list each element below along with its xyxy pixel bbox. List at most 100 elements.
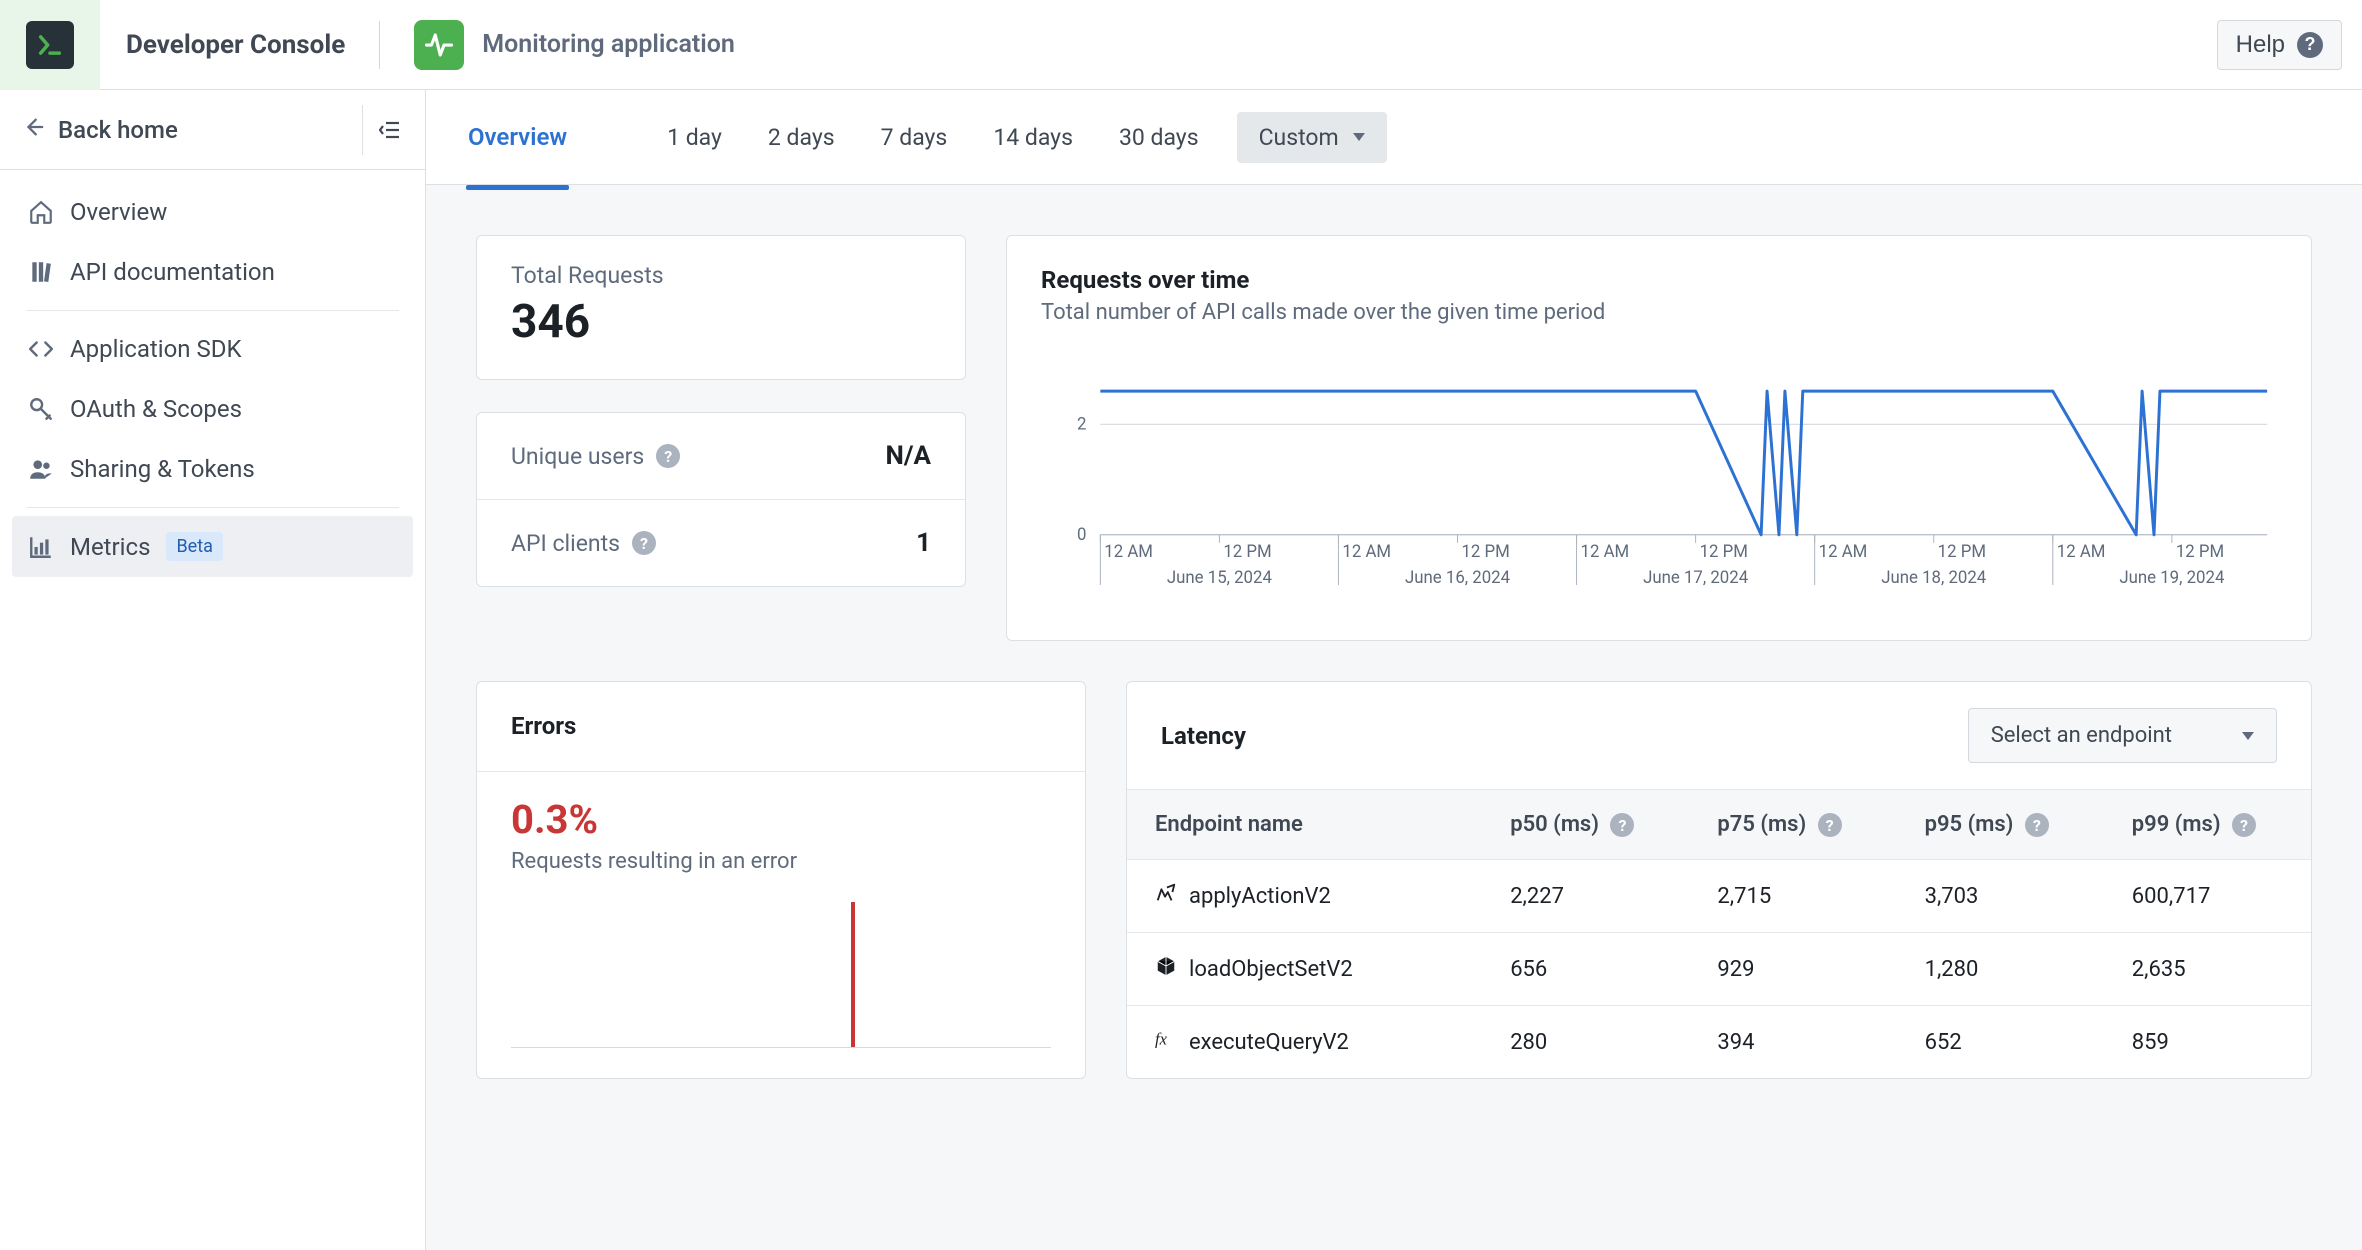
svg-text:fx: fx [1155,1030,1168,1049]
chart-subtitle: Total number of API calls made over the … [1041,300,2277,325]
col-p75: p75 (ms) ? [1689,790,1896,860]
p99: 859 [2104,1006,2311,1079]
p75: 2,715 [1689,860,1896,933]
p95: 3,703 [1897,860,2104,933]
table-row[interactable]: fxexecuteQueryV2280394652859 [1127,1006,2311,1079]
endpoint-cell: applyActionV2 [1155,882,1454,910]
sidebar-item-metrics[interactable]: Metrics Beta [12,516,413,577]
endpoint-icon [1155,882,1177,910]
console-title: Developer Console [100,30,345,60]
p75: 929 [1689,933,1896,1006]
p75: 394 [1689,1006,1896,1079]
chart-title: Requests over time [1041,266,2277,294]
info-icon[interactable]: ? [1818,813,1842,837]
nav-separator [26,310,399,311]
beta-badge: Beta [166,532,222,561]
info-icon[interactable]: ? [656,444,680,468]
app-name: Monitoring application [482,30,735,59]
col-p99: p99 (ms) ? [2104,790,2311,860]
sidebar-item-label: Sharing & Tokens [70,455,255,483]
errors-card: Errors 0.3% Requests resulting in an err… [476,681,1086,1079]
endpoint-cell: loadObjectSetV2 [1155,955,1454,983]
svg-text:12 PM: 12 PM [1700,542,1748,562]
svg-text:12 AM: 12 AM [1581,542,1630,562]
sidebar-nav: Overview API documentation Application S… [0,170,425,589]
info-icon[interactable]: ? [1610,813,1634,837]
errors-value: 0.3% [511,796,1051,843]
unique-users-label: Unique users ? [511,443,680,470]
sidebar-item-api-docs[interactable]: API documentation [12,242,413,302]
total-requests-value: 346 [511,295,931,349]
tab-overview[interactable]: Overview [466,113,569,161]
errors-chart [511,894,1051,1048]
latency-title: Latency [1161,722,1246,750]
endpoint-name: loadObjectSetV2 [1189,957,1353,982]
sidebar-item-oauth[interactable]: OAuth & Scopes [12,379,413,439]
svg-text:12 AM: 12 AM [2057,542,2106,562]
p99: 2,635 [2104,933,2311,1006]
info-icon[interactable]: ? [632,531,656,555]
endpoint-icon: fx [1155,1028,1177,1056]
svg-text:June 16, 2024: June 16, 2024 [1405,568,1511,588]
collapse-sidebar-button[interactable] [362,105,403,155]
info-icon[interactable]: ? [2232,813,2256,837]
terminal-icon [36,31,64,59]
main: Overview 1 day 2 days 7 days 14 days 30 … [426,90,2362,1250]
code-icon [28,336,54,362]
sidebar-item-label: OAuth & Scopes [70,395,242,423]
help-button[interactable]: Help ? [2217,20,2342,70]
arrow-left-icon [22,116,44,144]
endpoint-cell: fx executeQueryV2 [1155,1028,1454,1056]
svg-text:0: 0 [1077,525,1086,545]
svg-text:June 17, 2024: June 17, 2024 [1643,568,1749,588]
sidebar-item-label: Metrics [70,533,150,561]
sidebar: Back home Overview API documentation [0,90,426,1250]
total-requests-card: Total Requests 346 [476,235,966,380]
p50: 2,227 [1482,860,1689,933]
book-icon [28,259,54,285]
app-badge [414,20,464,70]
p99: 600,717 [2104,860,2311,933]
svg-text:12 PM: 12 PM [1461,542,1509,562]
svg-text:June 19, 2024: June 19, 2024 [2119,568,2225,588]
key-icon [28,396,54,422]
range-7days[interactable]: 7 days [873,114,956,161]
sidebar-item-label: Application SDK [70,335,242,363]
sidebar-item-label: API documentation [70,258,275,286]
back-home-button[interactable]: Back home [0,90,425,170]
p50: 280 [1482,1006,1689,1079]
endpoint-name: executeQueryV2 [1189,1030,1349,1055]
col-p50: p50 (ms) ? [1482,790,1689,860]
help-label: Help [2236,31,2285,59]
p50: 656 [1482,933,1689,1006]
table-row[interactable]: loadObjectSetV2 6569291,2802,635 [1127,933,2311,1006]
pulse-icon [424,30,454,60]
svg-text:2: 2 [1077,414,1086,434]
chart-icon [28,534,54,560]
errors-subtitle: Requests resulting in an error [511,849,1051,874]
range-2days[interactable]: 2 days [760,114,843,161]
subnav: Overview 1 day 2 days 7 days 14 days 30 … [426,90,2362,185]
table-row[interactable]: applyActionV2 2,2272,7153,703600,717 [1127,860,2311,933]
sidebar-item-sharing[interactable]: Sharing & Tokens [12,439,413,499]
sidebar-item-sdk[interactable]: Application SDK [12,319,413,379]
svg-text:12 AM: 12 AM [1342,542,1391,562]
range-custom-button[interactable]: Custom [1237,112,1387,163]
range-14days[interactable]: 14 days [985,114,1081,161]
svg-text:12 PM: 12 PM [2176,542,2224,562]
sidebar-item-overview[interactable]: Overview [12,182,413,242]
p95: 1,280 [1897,933,2104,1006]
svg-text:12 AM: 12 AM [1819,542,1868,562]
home-icon [28,199,54,225]
range-30days[interactable]: 30 days [1111,114,1207,161]
sidebar-item-label: Overview [70,198,167,226]
range-1day[interactable]: 1 day [659,114,730,161]
svg-text:12 PM: 12 PM [1223,542,1271,562]
endpoint-icon [1155,955,1177,983]
errors-title: Errors [477,682,1085,771]
info-icon[interactable]: ? [2025,813,2049,837]
people-icon [28,456,54,482]
endpoint-name: applyActionV2 [1189,884,1331,909]
select-endpoint-dropdown[interactable]: Select an endpoint [1968,708,2277,763]
latency-card: Latency Select an endpoint Endpoint name… [1126,681,2312,1079]
